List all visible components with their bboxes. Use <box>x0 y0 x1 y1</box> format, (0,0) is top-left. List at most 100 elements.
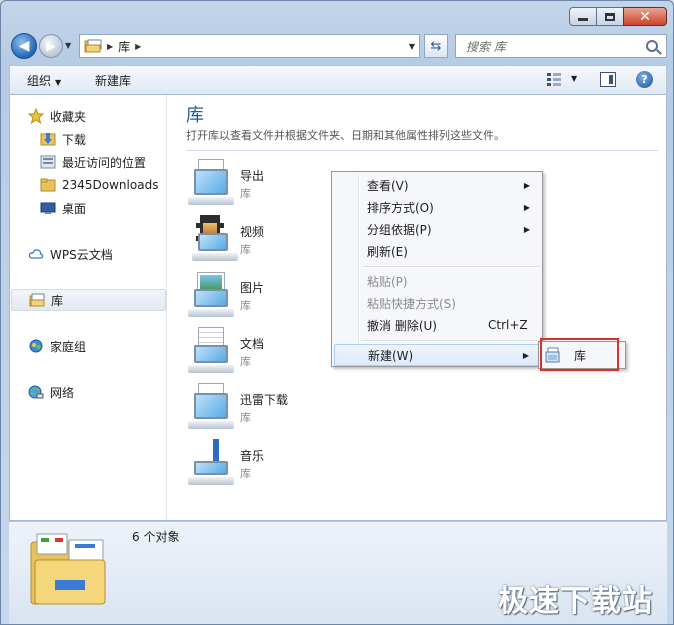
close-button[interactable]: ✕ <box>623 7 667 26</box>
command-bar: 组织 ▼ 新建库 ▼ ? <box>9 65 667 95</box>
refresh-icon: ⇆ <box>430 38 442 54</box>
organize-button[interactable]: 组织 ▼ <box>27 72 61 89</box>
nav-homegroup[interactable]: 家庭组 <box>28 335 86 357</box>
navigation-bar: ◀ ▶ ▼ ▶ 库 ▶ ▼ ⇆ 搜索 库 <box>9 31 667 61</box>
search-input[interactable]: 搜索 库 <box>455 34 667 58</box>
nav-libraries-label: 库 <box>51 293 64 308</box>
page-title: 库 <box>186 105 204 126</box>
search-placeholder: 搜索 库 <box>466 39 506 54</box>
menu-item-label: 粘贴快捷方式(S) <box>367 296 456 311</box>
breadcrumb-separator-icon[interactable]: ▶ <box>107 42 113 51</box>
forward-button[interactable]: ▶ <box>39 34 63 58</box>
organize-label: 组织 <box>27 74 52 88</box>
item-count: 6 个对象 <box>132 530 180 544</box>
menu-item-label: 粘贴(P) <box>367 274 408 289</box>
caption-buttons: ✕ <box>569 7 667 26</box>
library-item-documents[interactable]: 文档 库 <box>188 327 308 379</box>
desktop-icon <box>40 202 56 214</box>
back-button[interactable]: ◀ <box>11 33 37 59</box>
nav-desktop[interactable]: 桌面 <box>40 197 86 219</box>
page-subtitle: 打开库以查看文件并根据文件夹、日期和其他属性排列这些文件。 <box>186 129 505 142</box>
libraries-large-icon <box>30 533 106 605</box>
library-item-music[interactable]: 音乐 库 <box>188 439 308 491</box>
chevron-right-icon: ▶ <box>523 224 530 234</box>
homegroup-icon <box>29 339 43 353</box>
breadcrumb-libraries[interactable]: 库 <box>118 38 130 55</box>
nav-recent-places[interactable]: 最近访问的位置 <box>40 151 146 173</box>
menu-item-sort[interactable]: 排序方式(O) ▶ <box>334 196 540 218</box>
address-bar[interactable]: ▶ 库 ▶ ▼ <box>79 34 420 58</box>
menu-item-label: 刷新(E) <box>367 244 408 259</box>
chevron-right-icon: ▶ <box>522 350 529 360</box>
monitor-icon <box>188 159 234 205</box>
library-folder-icon <box>84 39 102 53</box>
library-folder-icon <box>29 293 45 307</box>
menu-item-paste[interactable]: 粘贴(P) <box>334 270 540 292</box>
library-item-name: 音乐 <box>240 449 265 463</box>
breadcrumb-separator-icon[interactable]: ▶ <box>135 42 141 51</box>
context-menu: 查看(V) ▶ 排序方式(O) ▶ 分组依据(P) ▶ 刷新(E) 粘贴(P) 粘贴快… <box>331 171 543 367</box>
chevron-right-icon: ▶ <box>523 180 530 190</box>
library-item-export[interactable]: 导出 库 <box>188 159 308 211</box>
nav-homegroup-label: 家庭组 <box>50 339 87 354</box>
menu-item-view[interactable]: 查看(V) ▶ <box>334 174 540 196</box>
nav-network-label: 网络 <box>50 385 75 400</box>
nav-network[interactable]: 网络 <box>28 381 74 403</box>
library-item-videos[interactable]: 视频 库 <box>188 215 308 267</box>
address-dropdown-icon[interactable]: ▼ <box>409 42 415 51</box>
explorer-window: ✕ ◀ ▶ ▼ ▶ 库 ▶ ▼ ⇆ 搜索 库 组织 ▼ 新建库 ▼ ? 收藏夹 … <box>0 0 674 625</box>
library-item-name: 图片 <box>240 281 265 295</box>
menu-item-shortcut: Ctrl+Z <box>488 318 528 332</box>
minimize-button[interactable] <box>569 7 597 26</box>
watermark: 极速下载站 <box>498 584 653 619</box>
menu-item-group[interactable]: 分组依据(P) ▶ <box>334 218 540 240</box>
nav-2345downloads[interactable]: 2345Downloads <box>40 174 158 196</box>
nav-downloads-label: 下载 <box>62 132 87 147</box>
search-icon[interactable] <box>646 40 658 52</box>
menu-item-refresh[interactable]: 刷新(E) <box>334 240 540 262</box>
refresh-button[interactable]: ⇆ <box>424 34 448 58</box>
preview-pane-button[interactable] <box>600 72 616 87</box>
nav-libraries[interactable]: 库 <box>11 289 166 311</box>
close-icon: ✕ <box>639 8 651 25</box>
documents-icon <box>188 327 234 373</box>
video-icon <box>188 215 238 261</box>
library-item-pictures[interactable]: 图片 库 <box>188 271 308 323</box>
highlight-box <box>540 338 619 371</box>
chevron-right-icon: ▶ <box>523 202 530 212</box>
music-icon <box>188 439 234 485</box>
menu-item-new[interactable]: 新建(W) ▶ <box>334 344 540 366</box>
menu-item-label: 排序方式(O) <box>367 200 434 215</box>
library-item-kind: 库 <box>240 355 251 368</box>
view-options-dropdown-icon[interactable]: ▼ <box>571 74 577 83</box>
back-arrow-icon: ◀ <box>18 38 30 54</box>
new-library-button[interactable]: 新建库 <box>95 72 131 89</box>
maximize-icon <box>605 12 615 21</box>
nav-favorites[interactable]: 收藏夹 <box>28 105 86 127</box>
library-item-thunder-downloads[interactable]: 迅雷下载 库 <box>188 383 308 435</box>
star-icon <box>28 108 44 124</box>
nav-recent-label: 最近访问的位置 <box>62 155 147 170</box>
change-view-icon[interactable] <box>546 72 562 86</box>
help-icon: ? <box>641 73 648 86</box>
help-button[interactable]: ? <box>636 71 653 88</box>
folder-icon <box>40 178 56 192</box>
library-item-name: 文档 <box>240 337 265 351</box>
nav-desktop-label: 桌面 <box>62 201 87 216</box>
library-item-kind: 库 <box>240 299 251 312</box>
menu-item-paste-shortcut[interactable]: 粘贴快捷方式(S) <box>334 292 540 314</box>
nav-downloads[interactable]: 下载 <box>40 128 86 150</box>
nav-2345downloads-label: 2345Downloads <box>62 178 159 192</box>
cloud-icon <box>28 249 44 259</box>
monitor-icon <box>188 383 234 429</box>
nav-wps-cloud[interactable]: WPS云文档 <box>28 243 113 265</box>
menu-item-label: 分组依据(P) <box>367 222 432 237</box>
pictures-icon <box>188 271 234 317</box>
menu-separator <box>362 340 540 341</box>
recent-places-icon <box>40 155 56 169</box>
maximize-button[interactable] <box>596 7 624 26</box>
menu-item-undo-delete[interactable]: 撤消 删除(U) Ctrl+Z <box>334 314 540 336</box>
library-item-kind: 库 <box>240 187 251 200</box>
nav-favorites-label: 收藏夹 <box>50 109 87 124</box>
recent-pages-dropdown[interactable]: ▼ <box>65 41 75 51</box>
